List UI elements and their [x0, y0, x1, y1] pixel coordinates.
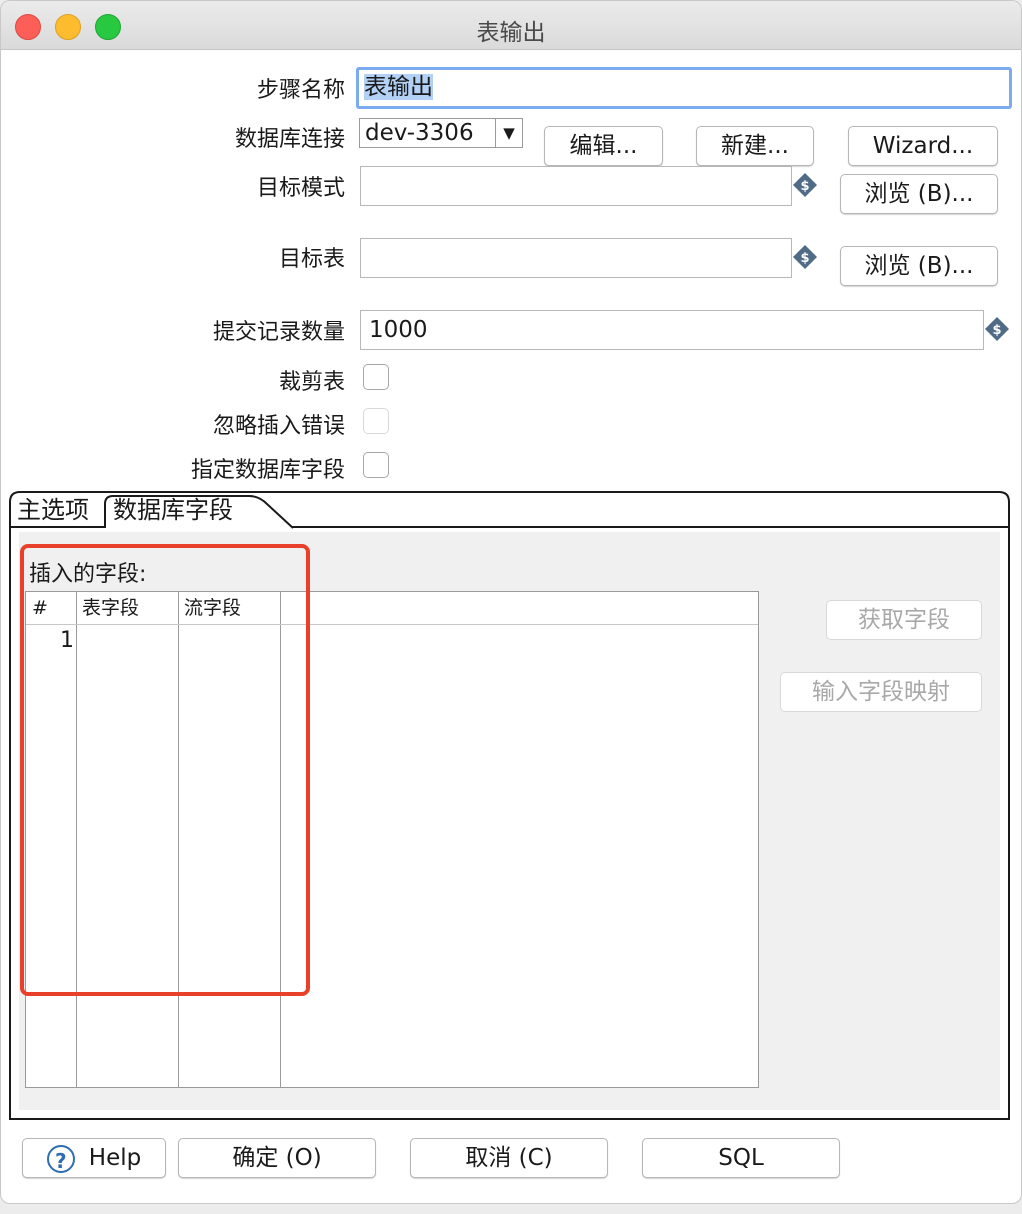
target-table-label: 目标表 — [278, 247, 345, 272]
svg-text:$: $ — [800, 251, 809, 266]
tab-main-options[interactable]: 主选项 — [17, 492, 89, 528]
variable-icon[interactable]: $ — [984, 316, 1010, 342]
truncate-table-checkbox[interactable] — [363, 364, 389, 390]
db-connection-label: 数据库连接 — [234, 127, 345, 152]
svg-text:$: $ — [800, 179, 809, 194]
target-schema-input[interactable] — [360, 166, 792, 206]
ignore-insert-errors-checkbox[interactable] — [363, 408, 389, 434]
step-name-value: 表输出 — [364, 74, 433, 100]
help-button[interactable]: ? Help — [22, 1138, 166, 1178]
commit-size-input[interactable]: 1000 — [360, 310, 984, 350]
truncate-table-label: 裁剪表 — [278, 370, 345, 395]
cancel-button[interactable]: 取消 (C) — [410, 1138, 608, 1178]
question-circle-icon: ? — [46, 1144, 75, 1173]
browse-schema-button[interactable]: 浏览 (B)... — [840, 174, 998, 214]
ignore-insert-errors-label: 忽略插入错误 — [212, 414, 345, 439]
variable-icon[interactable]: $ — [792, 172, 818, 198]
variable-icon[interactable]: $ — [792, 244, 818, 270]
specify-db-fields-label: 指定数据库字段 — [190, 458, 345, 483]
db-connection-select[interactable]: dev-3306 ▼ — [359, 118, 523, 148]
new-connection-button[interactable]: 新建... — [696, 126, 814, 166]
wizard-button[interactable]: Wizard... — [848, 126, 998, 166]
step-name-input[interactable]: 表输出 — [356, 67, 1012, 109]
dropdown-arrow-icon[interactable]: ▼ — [495, 119, 522, 147]
specify-db-fields-checkbox[interactable] — [363, 452, 389, 478]
target-schema-label: 目标模式 — [256, 176, 345, 201]
window-title: 表输出 — [476, 20, 546, 46]
table-output-dialog: 表输出 步骤名称 表输出 数据库连接 dev-3306 ▼ 编辑... 新建..… — [0, 0, 1022, 1204]
target-table-input[interactable] — [360, 238, 792, 278]
map-input-fields-button[interactable]: 输入字段映射 — [780, 672, 982, 712]
tab-database-fields[interactable]: 数据库字段 — [113, 492, 233, 528]
step-name-label: 步骤名称 — [256, 78, 345, 103]
browse-table-button[interactable]: 浏览 (B)... — [840, 246, 998, 286]
commit-size-label: 提交记录数量 — [212, 320, 345, 345]
get-fields-button[interactable]: 获取字段 — [826, 600, 982, 640]
ok-button[interactable]: 确定 (O) — [178, 1138, 376, 1178]
edit-connection-button[interactable]: 编辑... — [544, 126, 663, 166]
title-bar: 表输出 — [1, 1, 1021, 50]
help-button-label: Help — [88, 1145, 142, 1171]
highlight-annotation-box — [20, 544, 310, 996]
sql-button[interactable]: SQL — [642, 1138, 840, 1178]
db-connection-value: dev-3306 — [365, 120, 474, 146]
svg-text:$: $ — [992, 323, 1001, 338]
